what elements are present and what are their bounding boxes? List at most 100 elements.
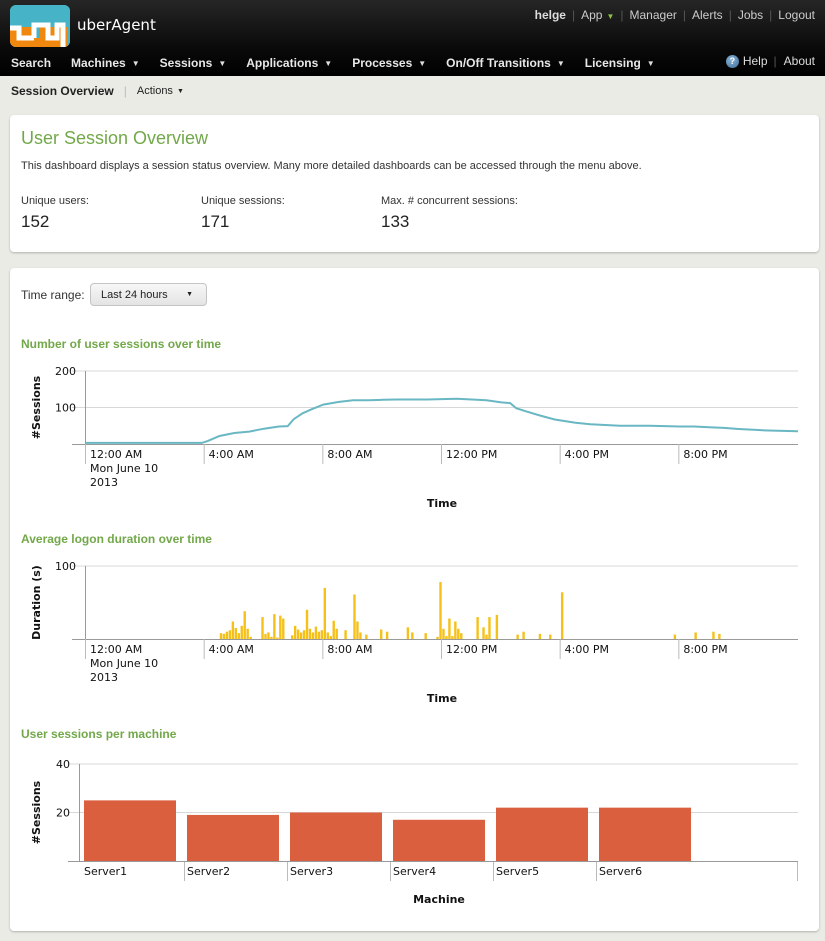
sessions-per-machine-chart[interactable]: 20 40 #Sessions Server1 Server2 Server3 Server… [10,750,819,910]
bar [246,628,249,639]
nav-sessions[interactable]: Sessions ▼ [160,56,227,70]
jobs-link[interactable]: Jobs [738,8,763,22]
y-axis-title: #Sessions [30,375,43,439]
chevron-down-icon: ▼ [176,87,184,95]
nav-machines[interactable]: Machines ▼ [71,56,140,70]
bar [476,617,479,639]
x-tick-label: Server5 [496,865,539,878]
bar [249,636,252,639]
bar [317,631,321,639]
bar [228,630,232,639]
separator: | [571,8,576,22]
chevron-down-icon: ▼ [324,58,333,68]
manager-link[interactable]: Manager [630,8,677,22]
bar [326,632,329,639]
help-icon: ? [725,54,739,68]
actions-menu[interactable]: Actions ▼ [137,85,184,97]
nav-label: Sessions [159,56,213,70]
separator: | [728,8,732,22]
x-tick-label: Server2 [187,865,230,878]
account-links: helge | App ▼ | Manager | Alerts | Jobs |… [535,8,815,22]
alerts-link[interactable]: Alerts [692,8,723,22]
bar [344,630,347,639]
about-link[interactable]: About [784,54,815,68]
x-tick-label: 8:00 PM [683,643,727,656]
bar [482,627,485,639]
actions-label: Actions [136,85,173,97]
bar [356,621,359,639]
sessions-over-time-chart[interactable]: 100 200 #Sessions 12:00 AMMon June 102013 4:… [10,360,819,515]
username: helge [534,8,566,22]
stat-value: 133 [381,212,410,231]
bar [270,636,273,639]
bar [237,633,240,639]
app-logo[interactable]: uberAgent [10,5,156,47]
bar [560,592,564,639]
chevron-down-icon: ▼ [418,58,427,68]
logon-duration-chart[interactable]: 100 Duration (s) 12:00 AMMon June 102013 4:… [10,555,819,710]
bar [353,594,356,639]
stat-label: Max. # concurrent sessions: [381,195,518,207]
x-tick-label: Server1 [84,865,127,878]
chevron-down-icon: ▼ [218,58,227,68]
bar [445,636,448,639]
separator: | [769,8,773,22]
bar [323,587,327,639]
bar [549,634,552,639]
overview-panel: User Session Overview This dashboard dis… [10,115,819,252]
stat-max-concurrent-sessions: Max. # concurrent sessions: 133 [381,195,518,232]
bar [314,626,318,639]
bar [522,631,525,639]
help-link[interactable]: ? Help [725,54,768,68]
uberagent-logo-icon [10,5,70,47]
main-nav: Search Machines ▼ Sessions ▼ Applications ▼… [0,51,825,75]
bar [240,625,243,639]
bar [406,627,410,639]
chart-title-sessions-per-machine: User sessions per machine [21,727,177,741]
bar [225,631,229,639]
bar [488,617,491,639]
nav-label: Search [11,56,52,70]
app-menu-link[interactable]: App ▼ [581,8,614,22]
nav-label: Applications [246,56,319,70]
stat-value: 152 [21,212,50,231]
bar [267,632,270,639]
chart-title-logon-duration: Average logon duration over time [21,532,212,546]
nav-licensing[interactable]: Licensing ▼ [585,56,655,70]
bar [385,631,389,639]
x-tick-sublabel: 2013 [90,671,118,684]
y-axis-title: #Sessions [30,780,43,844]
bar [496,807,588,861]
series-line [86,397,799,444]
nav-right: ? Help | About [725,54,815,68]
app-link-label: App [581,8,603,22]
x-tick-label: 12:00 AM [90,643,142,656]
x-tick-label: 12:00 AM [90,448,142,461]
time-range-value: Last 24 hours [101,288,168,301]
x-tick-label: 8:00 AM [327,643,372,656]
bar [335,628,338,639]
bar [290,635,294,639]
nav-search[interactable]: Search [11,56,51,70]
charts-panel: Time range: Last 24 hours ▼ Number of us… [10,268,819,931]
bar [411,632,414,639]
nav-applications[interactable]: Applications ▼ [246,56,332,70]
time-range-dropdown[interactable]: Last 24 hours ▼ [90,283,207,306]
bar [264,633,267,639]
x-tick-label: 4:00 AM [209,643,254,656]
chart-title-sessions-over-time: Number of user sessions over time [21,337,222,351]
x-axis-title: Time [427,692,457,705]
x-tick-label: 4:00 PM [565,643,609,656]
x-tick-sublabel: Mon June 10 [90,462,158,475]
bar [673,634,677,639]
bar [460,633,463,639]
bar [308,628,312,639]
logout-link[interactable]: Logout [778,8,815,22]
nav-label: Machines [71,56,126,70]
nav-on-off-transitions[interactable]: On/Off Transitions ▼ [446,56,565,70]
x-tick-label: 4:00 PM [565,448,609,461]
bar [516,634,519,639]
x-tick-label: 12:00 PM [446,448,497,461]
nav-label: On/Off Transitions [446,56,551,70]
nav-processes[interactable]: Processes ▼ [352,56,426,70]
